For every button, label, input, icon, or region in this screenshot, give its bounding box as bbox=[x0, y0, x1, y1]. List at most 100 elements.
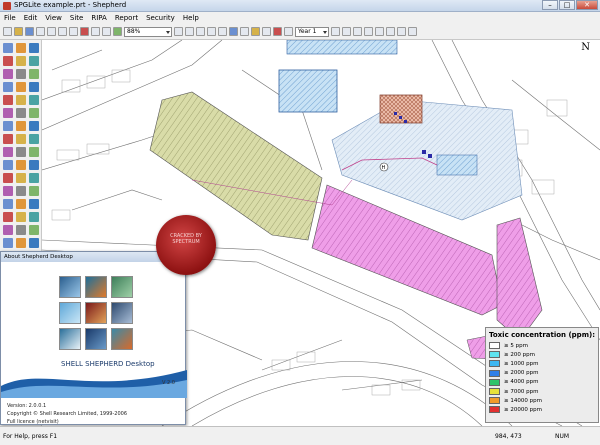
tool-button[interactable] bbox=[16, 199, 26, 209]
calendar-icon[interactable] bbox=[284, 27, 293, 36]
zoom-window-icon[interactable] bbox=[196, 27, 205, 36]
tool-button[interactable] bbox=[3, 160, 13, 170]
tool-button[interactable] bbox=[16, 56, 26, 66]
menu-help[interactable]: Help bbox=[183, 14, 199, 22]
info-icon[interactable] bbox=[397, 27, 406, 36]
print-icon[interactable] bbox=[36, 27, 45, 36]
tool-button[interactable] bbox=[3, 43, 13, 53]
cut-icon[interactable] bbox=[47, 27, 56, 36]
tool-button[interactable] bbox=[3, 225, 13, 235]
tool-button[interactable] bbox=[16, 69, 26, 79]
tool-button[interactable] bbox=[3, 95, 13, 105]
legend-item: ≥ 2000 ppm bbox=[489, 369, 595, 378]
tool-button[interactable] bbox=[29, 199, 39, 209]
menu-security[interactable]: Security bbox=[146, 14, 175, 22]
redo-icon[interactable] bbox=[102, 27, 111, 36]
pan-icon[interactable] bbox=[207, 27, 216, 36]
zoom-out-icon[interactable] bbox=[185, 27, 194, 36]
menu-ripa[interactable]: RIPA bbox=[91, 14, 107, 22]
status-coordinates: 984, 473 bbox=[495, 433, 522, 440]
tool-button[interactable] bbox=[16, 95, 26, 105]
svg-text:H: H bbox=[382, 165, 386, 171]
menu-file[interactable]: File bbox=[4, 14, 16, 22]
tool-button[interactable] bbox=[29, 134, 39, 144]
tool-button[interactable] bbox=[16, 225, 26, 235]
year-select[interactable]: Year 1 bbox=[295, 26, 329, 37]
minimize-button[interactable]: – bbox=[542, 0, 558, 10]
tool-button[interactable] bbox=[3, 238, 13, 248]
tool-button[interactable] bbox=[29, 43, 39, 53]
select-icon[interactable] bbox=[342, 27, 351, 36]
tool-button[interactable] bbox=[16, 147, 26, 157]
tool-button[interactable] bbox=[16, 134, 26, 144]
open-icon[interactable] bbox=[14, 27, 23, 36]
polygon-icon[interactable] bbox=[364, 27, 373, 36]
tool-button[interactable] bbox=[29, 95, 39, 105]
tool-button[interactable] bbox=[29, 212, 39, 222]
tool-button[interactable] bbox=[16, 212, 26, 222]
undo-icon[interactable] bbox=[91, 27, 100, 36]
tool-button[interactable] bbox=[29, 238, 39, 248]
menu-site[interactable]: Site bbox=[70, 14, 83, 22]
menu-report[interactable]: Report bbox=[115, 14, 138, 22]
layer-icon[interactable] bbox=[113, 27, 122, 36]
copy-icon[interactable] bbox=[58, 27, 67, 36]
tool-button[interactable] bbox=[3, 212, 13, 222]
settings-icon[interactable] bbox=[262, 27, 271, 36]
zoom-in-icon[interactable] bbox=[174, 27, 183, 36]
tool-button[interactable] bbox=[29, 56, 39, 66]
tool-button[interactable] bbox=[16, 238, 26, 248]
zone-magenta-east[interactable] bbox=[496, 217, 543, 341]
help-icon[interactable] bbox=[80, 27, 89, 36]
tool-button[interactable] bbox=[3, 121, 13, 131]
tool-button[interactable] bbox=[16, 186, 26, 196]
tool-button[interactable] bbox=[29, 173, 39, 183]
tool-button[interactable] bbox=[16, 121, 26, 131]
tool-button[interactable] bbox=[29, 160, 39, 170]
tool-button[interactable] bbox=[29, 225, 39, 235]
new-icon[interactable] bbox=[3, 27, 12, 36]
tool-button[interactable] bbox=[3, 199, 13, 209]
menu-edit[interactable]: Edit bbox=[24, 14, 38, 22]
stop-icon[interactable] bbox=[273, 27, 282, 36]
query-icon[interactable] bbox=[408, 27, 417, 36]
release-point-icon[interactable]: H bbox=[379, 162, 389, 172]
tool-button[interactable] bbox=[16, 108, 26, 118]
menu-view[interactable]: View bbox=[45, 14, 62, 22]
zoom-select[interactable]: 88% bbox=[124, 26, 172, 37]
tool-button[interactable] bbox=[29, 186, 39, 196]
tool-button[interactable] bbox=[3, 186, 13, 196]
save-icon[interactable] bbox=[25, 27, 34, 36]
tool-button[interactable] bbox=[16, 173, 26, 183]
tool-button[interactable] bbox=[29, 69, 39, 79]
grid-icon[interactable] bbox=[229, 27, 238, 36]
building-tanks[interactable] bbox=[436, 154, 478, 176]
tool-button[interactable] bbox=[3, 108, 13, 118]
thumbnail-image bbox=[85, 302, 107, 324]
building-blue-north[interactable] bbox=[286, 40, 398, 55]
measure-icon[interactable] bbox=[240, 27, 249, 36]
tool-button[interactable] bbox=[3, 173, 13, 183]
tool-button[interactable] bbox=[3, 69, 13, 79]
tool-button[interactable] bbox=[29, 82, 39, 92]
tool-button[interactable] bbox=[29, 108, 39, 118]
tool-button[interactable] bbox=[3, 56, 13, 66]
tool-button[interactable] bbox=[3, 134, 13, 144]
pointer-icon[interactable] bbox=[331, 27, 340, 36]
tool-button[interactable] bbox=[16, 82, 26, 92]
tool-button[interactable] bbox=[16, 43, 26, 53]
line-icon[interactable] bbox=[353, 27, 362, 36]
tool-button[interactable] bbox=[3, 82, 13, 92]
paste-icon[interactable] bbox=[69, 27, 78, 36]
folder-icon[interactable] bbox=[251, 27, 260, 36]
building-blue-west[interactable] bbox=[278, 69, 338, 113]
refresh-icon[interactable] bbox=[218, 27, 227, 36]
tool-button[interactable] bbox=[16, 160, 26, 170]
tool-button[interactable] bbox=[3, 147, 13, 157]
close-button[interactable]: ✕ bbox=[576, 0, 598, 10]
tool-button[interactable] bbox=[29, 121, 39, 131]
tool-button[interactable] bbox=[29, 147, 39, 157]
circle-icon[interactable] bbox=[375, 27, 384, 36]
text-icon[interactable] bbox=[386, 27, 395, 36]
maximize-button[interactable]: □ bbox=[559, 0, 575, 10]
